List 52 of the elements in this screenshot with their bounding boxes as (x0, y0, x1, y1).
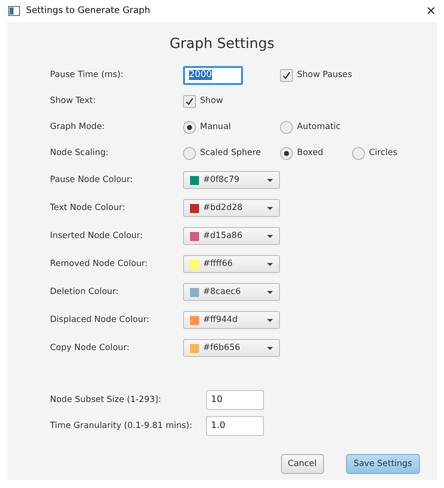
setting-label: Node Scaling: (50, 148, 110, 158)
setting-label: Inserted Node Colour: (50, 231, 144, 241)
colour-value: #ff944d (203, 315, 239, 325)
setting-label: Pause Node Colour: (50, 175, 134, 185)
colour-picker[interactable]: #f6b656 (183, 339, 280, 357)
colour-picker[interactable]: #ff944d (183, 311, 280, 329)
setting-label: Show Text: (50, 96, 97, 106)
colour-picker[interactable]: #ffff66 (183, 255, 280, 273)
caret-icon (267, 262, 273, 266)
check-icon (185, 96, 194, 106)
input-field[interactable]: 1.0 (206, 416, 264, 436)
setting-label: Displaced Node Colour: (50, 315, 150, 325)
setting-label: Copy Node Colour: (50, 343, 130, 353)
cancel-button[interactable]: Cancel (280, 454, 324, 474)
input-field[interactable]: 10 (206, 390, 264, 410)
setting-label: Text Node Colour: (50, 203, 126, 213)
colour-value: #f6b656 (203, 343, 242, 353)
colour-picker[interactable]: #8caec6 (183, 283, 280, 301)
caret-icon (267, 178, 273, 182)
radio-button[interactable]: Automatic (280, 120, 341, 134)
save-button[interactable]: Save Settings (346, 454, 420, 474)
setting-label: Graph Mode: (50, 122, 106, 132)
checkbox[interactable]: Show Pauses (280, 68, 352, 82)
window-title: Settings to Generate Graph (26, 6, 152, 16)
number-field[interactable]: 2000 (183, 66, 243, 84)
setting-label: Deletion Colour: (50, 287, 120, 297)
radio-button[interactable]: Scaled Sphere (183, 146, 261, 160)
caret-icon (267, 290, 273, 294)
colour-value: #8caec6 (203, 287, 242, 297)
radio-button[interactable]: Boxed (280, 146, 324, 160)
colour-value: #d15a86 (203, 231, 244, 241)
check-icon (282, 70, 291, 80)
colour-value: #ffff66 (203, 259, 234, 269)
setting-label: Node Subset Size (1-293]: (50, 395, 162, 405)
setting-label: Pause Time (ms): (50, 70, 124, 80)
colour-value: #bd2d28 (203, 203, 244, 213)
caret-icon (267, 318, 273, 322)
caret-icon (267, 346, 273, 350)
caret-icon (267, 234, 273, 238)
radio-button[interactable]: Circles (352, 146, 398, 160)
dialog-heading: Graph Settings (168, 36, 276, 52)
checkbox[interactable]: Show (183, 94, 223, 108)
caret-icon (267, 206, 273, 210)
colour-picker[interactable]: #bd2d28 (183, 199, 280, 217)
close-button[interactable]: ✕ (426, 4, 436, 18)
colour-picker[interactable]: #d15a86 (183, 227, 280, 245)
setting-label: Removed Node Colour: (50, 259, 149, 269)
window-icon (8, 6, 20, 16)
radio-button[interactable]: Manual (183, 120, 231, 134)
colour-picker[interactable]: #0f8c79 (183, 171, 280, 189)
setting-label: Time Granularity (0.1-9.81 mins): (50, 421, 194, 431)
colour-value: #0f8c79 (203, 175, 240, 185)
